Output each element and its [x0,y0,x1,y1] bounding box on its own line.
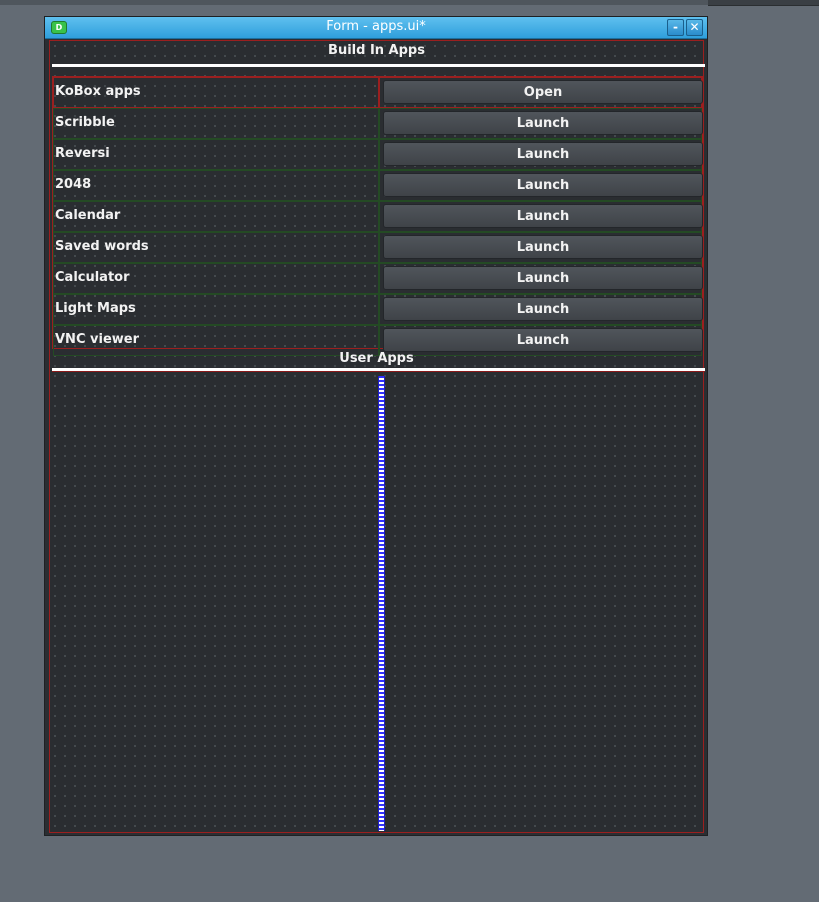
app-name-label: Calculator [53,263,379,294]
launch-scribble-button[interactable]: Launch [383,111,703,135]
app-button-cell: Launch [379,294,703,325]
launch-saved-words-button[interactable]: Launch [383,235,703,259]
app-row: Reversi Launch [53,139,703,170]
desktop-top-bar [0,0,819,6]
form-canvas: Build In Apps KoBox apps Open Scribble L… [49,40,705,833]
form-window: D Form - apps.ui* - ✕ Build In Apps KoBo… [44,16,708,836]
app-name-label: 2048 [53,170,379,201]
title-bar[interactable]: D Form - apps.ui* - ✕ [45,17,707,39]
app-name-label: Reversi [53,139,379,170]
app-button-cell: Launch [379,232,703,263]
launch-light-maps-button[interactable]: Launch [383,297,703,321]
launch-reversi-button[interactable]: Launch [383,142,703,166]
app-name-label: Scribble [53,108,379,139]
app-row: Saved words Launch [53,232,703,263]
app-row: Calculator Launch [53,263,703,294]
layout-splitter[interactable] [378,376,385,831]
app-button-cell: Launch [379,263,703,294]
user-apps-heading: User Apps [339,351,414,366]
builtin-separator [52,64,705,67]
app-name-label: Saved words [53,232,379,263]
app-name-label: Calendar [53,201,379,232]
launch-calendar-button[interactable]: Launch [383,204,703,228]
app-button-cell: Launch [379,108,703,139]
launch-2048-button[interactable]: Launch [383,173,703,197]
app-button-cell: Launch [379,201,703,232]
app-name-label: KoBox apps [53,77,379,108]
user-apps-separator [52,368,705,372]
app-row: KoBox apps Open [53,77,703,108]
app-row: Scribble Launch [53,108,703,139]
user-apps-area [52,376,703,833]
app-row: Calendar Launch [53,201,703,232]
close-button[interactable]: ✕ [686,19,703,36]
app-button-cell: Launch [379,170,703,201]
app-row: 2048 Launch [53,170,703,201]
app-name-label: Light Maps [53,294,379,325]
window-title: Form - apps.ui* [326,19,426,34]
app-button-cell: Open [379,77,703,108]
launch-calculator-button[interactable]: Launch [383,266,703,290]
open-kobox-apps-button[interactable]: Open [383,80,703,104]
builtin-apps-heading: Build In Apps [328,43,425,58]
minimize-button[interactable]: - [667,19,684,36]
app-row: Light Maps Launch [53,294,703,325]
app-button-cell: Launch [379,139,703,170]
launch-vnc-viewer-button[interactable]: Launch [383,328,703,352]
builtin-apps-grid: KoBox apps Open Scribble Launch Reversi … [52,76,703,356]
